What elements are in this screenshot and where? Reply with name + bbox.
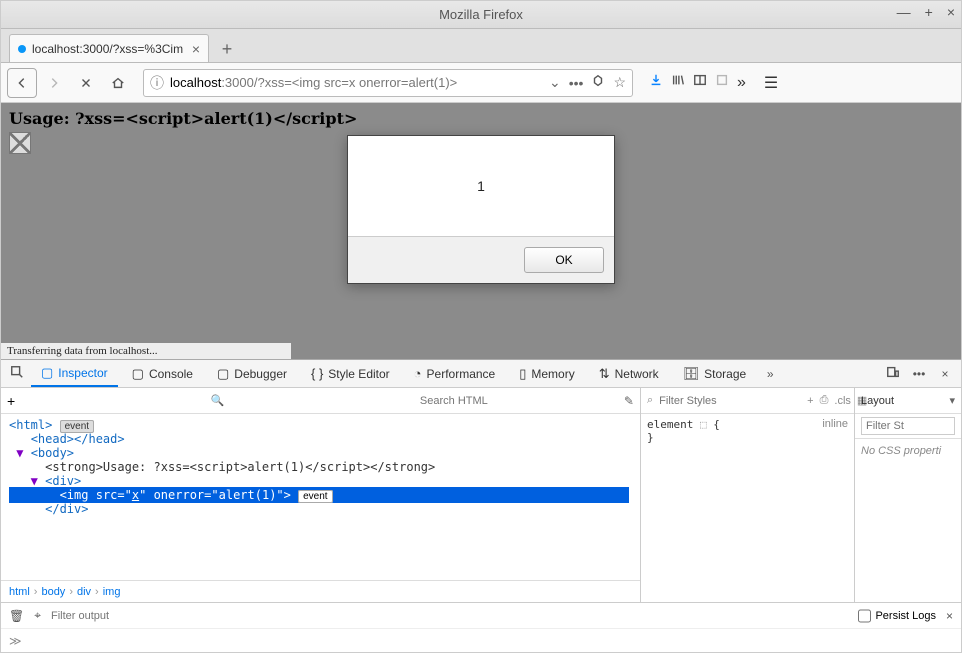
layout-tab-title[interactable]: Layout xyxy=(861,395,894,407)
layout-dropdown-icon[interactable]: ▾ xyxy=(949,394,955,407)
devtools-options-icon[interactable]: ••• xyxy=(909,367,929,381)
tab-close-button[interactable]: × xyxy=(192,41,200,57)
window-maximize-button[interactable]: + xyxy=(925,4,933,20)
layout-filter-input[interactable] xyxy=(861,417,955,435)
tab-performance[interactable]: ◔Performance xyxy=(404,360,506,387)
downloads-icon[interactable] xyxy=(649,73,663,92)
page-heading: Usage: ?xss=<script>alert(1)</script> xyxy=(9,109,953,128)
sidebar-icon[interactable] xyxy=(693,73,707,92)
class-panel-icon[interactable]: .cls xyxy=(834,395,851,407)
overflow-icon[interactable]: » xyxy=(737,74,746,92)
page-actions-icon[interactable]: ••• xyxy=(569,75,584,91)
tab-console[interactable]: ▢Console xyxy=(122,360,203,387)
status-bar: Transferring data from localhost... xyxy=(1,343,291,359)
console-toolbar: 🗑 ⌖ Persist Logs × xyxy=(1,602,961,628)
connection-info-icon[interactable]: ⓘ xyxy=(150,73,164,93)
filter-icon: ⌕ xyxy=(647,394,653,407)
responsive-design-icon[interactable] xyxy=(883,365,903,382)
back-button[interactable] xyxy=(7,68,37,98)
tab-network[interactable]: ⇅Network xyxy=(589,360,669,387)
devtools-body: + 🔍 ✎ <html> event <head></head> ▼ <body… xyxy=(1,388,961,602)
devtools-close-icon[interactable]: × xyxy=(935,367,955,381)
persist-logs-toggle[interactable]: Persist Logs xyxy=(858,607,936,625)
eyedropper-icon[interactable]: ✎ xyxy=(624,394,634,408)
window-close-button[interactable]: × xyxy=(947,4,955,20)
loading-indicator-icon xyxy=(18,45,26,53)
tab-memory[interactable]: ▯Memory xyxy=(509,360,585,387)
browser-tab[interactable]: localhost:3000/?xss=%3Cim × xyxy=(9,34,209,62)
window-minimize-button[interactable]: — xyxy=(897,4,911,20)
home-button[interactable] xyxy=(103,68,133,98)
firefox-window: Mozilla Firefox — + × localhost:3000/?xs… xyxy=(0,0,962,653)
url-bar[interactable]: ⓘ localhost:3000/?xss=<img src=x onerror… xyxy=(143,69,633,97)
rules-body[interactable]: element ⬚ { inline } xyxy=(641,414,854,602)
url-text: localhost:3000/?xss=<img src=x onerror=a… xyxy=(170,75,543,90)
pseudo-class-icon[interactable]: ⎙ xyxy=(820,394,829,407)
tab-storage[interactable]: 🗄Storage xyxy=(673,360,757,387)
titlebar: Mozilla Firefox — + × xyxy=(1,1,961,29)
rules-panel: ⌕ + ⎙ .cls ▦ element ⬚ { inline } xyxy=(641,388,855,602)
add-rule-button[interactable]: + xyxy=(807,395,813,407)
bookmark-star-icon[interactable]: ☆ xyxy=(613,74,626,91)
layout-empty-message: No CSS properti xyxy=(855,439,961,602)
reader-mode-icon[interactable] xyxy=(591,74,605,91)
alert-message: 1 xyxy=(348,136,614,236)
tabstrip: localhost:3000/?xss=%3Cim × + xyxy=(1,29,961,63)
clear-console-icon[interactable]: 🗑 xyxy=(9,609,24,623)
layout-panel: Layout ▾ No CSS properti xyxy=(855,388,961,602)
devtools: ▢Inspector ▢Console ▢Debugger { }Style E… xyxy=(1,359,961,652)
tab-style-editor[interactable]: { }Style Editor xyxy=(301,360,400,387)
filter-output-input[interactable] xyxy=(51,607,848,625)
search-html-input[interactable] xyxy=(420,391,610,411)
inspect-element-icon[interactable] xyxy=(7,365,27,382)
devtools-toolbar: ▢Inspector ▢Console ▢Debugger { }Style E… xyxy=(1,360,961,388)
navbar: ⓘ localhost:3000/?xss=<img src=x onerror… xyxy=(1,63,961,103)
tab-debugger[interactable]: ▢Debugger xyxy=(207,360,297,387)
window-title: Mozilla Firefox xyxy=(439,7,523,22)
stop-button[interactable] xyxy=(71,68,101,98)
devtools-overflow-icon[interactable]: » xyxy=(760,367,780,381)
console-prompt[interactable]: ≫ xyxy=(1,628,961,652)
dom-panel: + 🔍 ✎ <html> event <head></head> ▼ <body… xyxy=(1,388,641,602)
new-tab-button[interactable]: + xyxy=(213,36,241,62)
console-close-icon[interactable]: × xyxy=(946,609,953,623)
broken-image-icon xyxy=(9,132,31,154)
chevron-down-icon[interactable]: ⌄ xyxy=(549,74,561,91)
breadcrumb[interactable]: html› body› div› img xyxy=(1,580,640,602)
tab-title: localhost:3000/?xss=%3Cim xyxy=(32,42,183,56)
new-node-button[interactable]: + xyxy=(7,393,15,409)
persist-logs-checkbox[interactable] xyxy=(858,607,871,625)
tab-inspector[interactable]: ▢Inspector xyxy=(31,360,118,387)
dom-tree[interactable]: <html> event <head></head> ▼ <body> <str… xyxy=(1,414,640,580)
hamburger-menu-icon[interactable]: ☰ xyxy=(764,73,778,93)
extension-icon[interactable] xyxy=(715,73,729,92)
forward-button[interactable] xyxy=(39,68,69,98)
status-text: Transferring data from localhost... xyxy=(7,345,158,357)
library-icon[interactable] xyxy=(671,73,685,92)
page-content: Usage: ?xss=<script>alert(1)</script> 1 … xyxy=(1,103,961,359)
filter-styles-input[interactable] xyxy=(659,392,801,410)
filter-funnel-icon[interactable]: ⌖ xyxy=(34,608,41,623)
alert-dialog: 1 OK xyxy=(347,135,615,284)
alert-ok-button[interactable]: OK xyxy=(524,247,604,273)
